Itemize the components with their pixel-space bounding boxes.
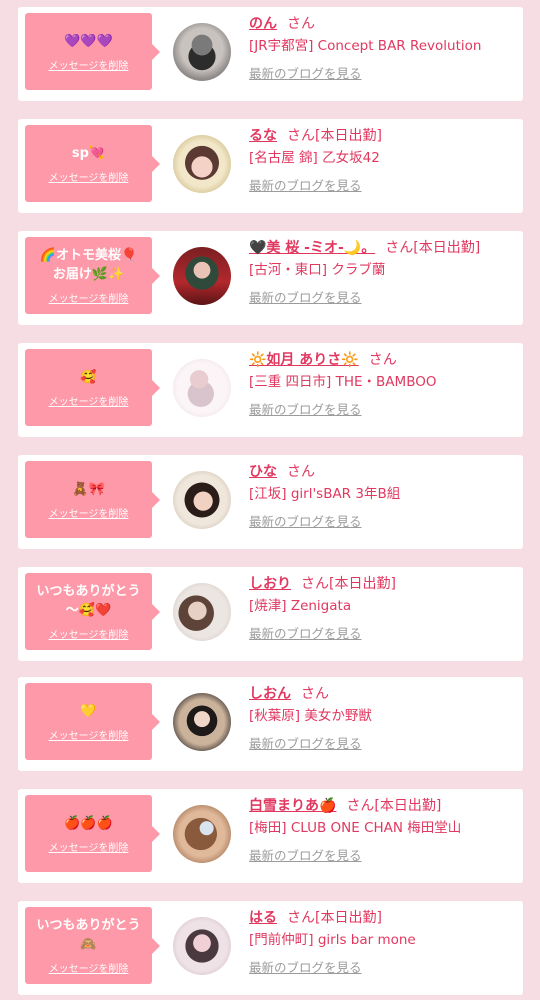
latest-blog-link[interactable]: 最新のブログを見る xyxy=(249,288,362,308)
message-bubble: いつもありがとう 〜🥰❤️ メッセージを削除 xyxy=(25,573,160,650)
message-bubble: sp💘 メッセージを削除 xyxy=(25,125,160,202)
cast-name-link[interactable]: るな xyxy=(249,128,277,144)
cast-name-link[interactable]: しおり xyxy=(249,576,291,592)
avatar[interactable] xyxy=(173,135,231,193)
message-text: 🌈オトモ美桜🎈 お届け🌿✨ xyxy=(39,248,138,282)
latest-blog-link[interactable]: 最新のブログを見る xyxy=(249,400,362,420)
latest-blog-link[interactable]: 最新のブログを見る xyxy=(249,176,362,196)
latest-blog-link[interactable]: 最新のブログを見る xyxy=(249,958,362,978)
delete-message-link[interactable]: メッセージを削除 xyxy=(49,960,129,975)
avatar[interactable] xyxy=(173,247,231,305)
cast-name-link[interactable]: はる xyxy=(249,910,277,926)
shop-name: [名古屋 錦] 乙女坂42 xyxy=(249,150,380,166)
message-text: いつもありがとう 🙈 xyxy=(36,918,141,952)
shop-name: [焼津] Zenigata xyxy=(249,598,352,614)
avatar[interactable] xyxy=(173,917,231,975)
message-card: 💜💜💜 メッセージを削除 のん さん [JR宇都宮] Concept BAR Re… xyxy=(18,7,523,101)
name-suffix: さん xyxy=(301,686,329,702)
message-card: 🥰 メッセージを削除 🔆如月 ありさ🔆 さん [三重 四日市] THE・BAMBO… xyxy=(18,343,523,437)
avatar[interactable] xyxy=(173,23,231,81)
delete-message-link[interactable]: メッセージを削除 xyxy=(49,290,129,305)
message-bubble: 🌈オトモ美桜🎈 お届け🌿✨ メッセージを削除 xyxy=(25,237,160,314)
shop-name: [古河・東口] クラブ蘭 xyxy=(249,262,386,278)
message-text: 💜💜💜 xyxy=(64,33,113,49)
delete-message-link[interactable]: メッセージを削除 xyxy=(49,839,129,854)
delete-message-link[interactable]: メッセージを削除 xyxy=(49,626,129,641)
name-suffix: さん xyxy=(287,464,315,480)
message-card: いつもありがとう 🙈 メッセージを削除 はる さん[本日出勤] [門前仲町] gi… xyxy=(18,901,523,995)
name-suffix: さん[本日出勤] xyxy=(385,240,481,256)
message-bubble: 🧸🎀 メッセージを削除 xyxy=(25,461,160,538)
avatar[interactable] xyxy=(173,805,231,863)
message-card: 🍎🍎🍎 メッセージを削除 白雪まりあ🍎 さん[本日出勤] [梅田] CLUB ON… xyxy=(18,789,523,883)
message-text: 🧸🎀 xyxy=(72,481,105,497)
name-suffix: さん[本日出勤] xyxy=(287,910,382,926)
message-card: 💛 メッセージを削除 しおん さん [秋葉原] 美女か野獣 最新のブログを見る xyxy=(18,677,523,771)
avatar[interactable] xyxy=(173,583,231,641)
message-text: sp💘 xyxy=(71,145,106,161)
shop-name: [門前仲町] girls bar mone xyxy=(249,932,416,948)
delete-message-link[interactable]: メッセージを削除 xyxy=(49,393,129,408)
message-text: 🍎🍎🍎 xyxy=(64,815,113,831)
cast-name-link[interactable]: しおん xyxy=(249,686,291,702)
avatar[interactable] xyxy=(173,359,231,417)
cast-name-link[interactable]: ひな xyxy=(249,464,277,480)
message-card: いつもありがとう 〜🥰❤️ メッセージを削除 しおり さん[本日出勤] [焼津] … xyxy=(18,567,523,661)
avatar[interactable] xyxy=(173,693,231,751)
message-bubble: 💛 メッセージを削除 xyxy=(25,683,160,760)
cast-name-link[interactable]: のん xyxy=(249,16,277,32)
latest-blog-link[interactable]: 最新のブログを見る xyxy=(249,64,362,84)
latest-blog-link[interactable]: 最新のブログを見る xyxy=(249,734,362,754)
message-card: sp💘 メッセージを削除 るな さん[本日出勤] [名古屋 錦] 乙女坂42 最新… xyxy=(18,119,523,213)
message-text: いつもありがとう 〜🥰❤️ xyxy=(36,584,141,618)
name-suffix: さん[本日出勤] xyxy=(346,798,442,814)
delete-message-link[interactable]: メッセージを削除 xyxy=(49,57,129,72)
name-suffix: さん[本日出勤] xyxy=(301,576,396,592)
delete-message-link[interactable]: メッセージを削除 xyxy=(49,727,129,742)
latest-blog-link[interactable]: 最新のブログを見る xyxy=(249,846,362,866)
message-card: 🌈オトモ美桜🎈 お届け🌿✨ メッセージを削除 🖤美 桜 -ミオ-🌙。 さん[本日出… xyxy=(18,231,523,325)
shop-name: [JR宇都宮] Concept BAR Revolution xyxy=(249,38,482,54)
shop-name: [江坂] girl'sBAR 3年B組 xyxy=(249,486,401,502)
cast-name-link[interactable]: 白雪まりあ🍎 xyxy=(249,798,336,814)
message-bubble: 💜💜💜 メッセージを削除 xyxy=(25,13,160,90)
shop-name: [秋葉原] 美女か野獣 xyxy=(249,708,372,724)
name-suffix: さん[本日出勤] xyxy=(287,128,382,144)
cast-name-link[interactable]: 🔆如月 ありさ🔆 xyxy=(249,352,359,368)
name-suffix: さん xyxy=(287,16,315,32)
shop-name: [梅田] CLUB ONE CHAN 梅田堂山 xyxy=(249,820,462,836)
message-text: 🥰 xyxy=(80,369,97,385)
cast-name-link[interactable]: 🖤美 桜 -ミオ-🌙。 xyxy=(249,240,375,256)
latest-blog-link[interactable]: 最新のブログを見る xyxy=(249,512,362,532)
message-text: 💛 xyxy=(80,703,97,719)
message-card: 🧸🎀 メッセージを削除 ひな さん [江坂] girl'sBAR 3年B組 最新の… xyxy=(18,455,523,549)
latest-blog-link[interactable]: 最新のブログを見る xyxy=(249,624,362,644)
message-bubble: いつもありがとう 🙈 メッセージを削除 xyxy=(25,907,160,984)
name-suffix: さん xyxy=(368,352,397,368)
shop-name: [三重 四日市] THE・BAMBOO xyxy=(249,374,437,390)
avatar[interactable] xyxy=(173,471,231,529)
delete-message-link[interactable]: メッセージを削除 xyxy=(49,169,129,184)
message-bubble: 🥰 メッセージを削除 xyxy=(25,349,160,426)
delete-message-link[interactable]: メッセージを削除 xyxy=(49,505,129,520)
message-bubble: 🍎🍎🍎 メッセージを削除 xyxy=(25,795,160,872)
